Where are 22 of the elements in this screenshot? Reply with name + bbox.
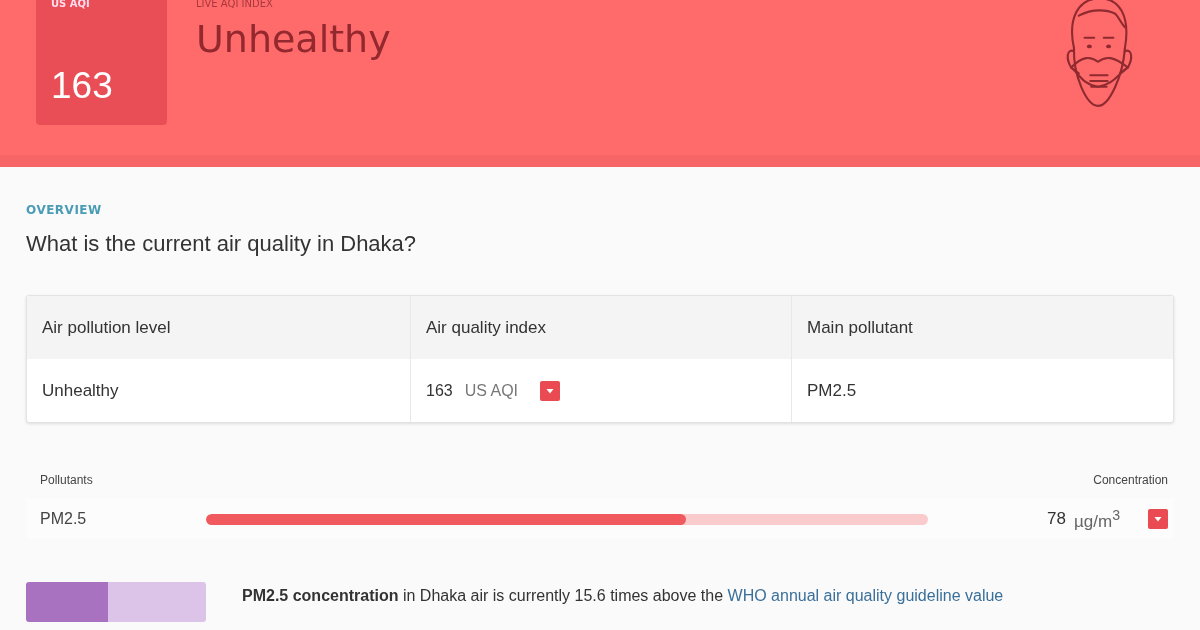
aqi-number: 163 xyxy=(426,381,453,400)
pollutant-name: PM2.5 xyxy=(40,510,88,528)
guideline-link[interactable]: WHO annual air quality guideline value xyxy=(727,587,1004,604)
column-header: Air quality index xyxy=(410,296,791,359)
section-heading: What is the current air quality in Dhaka? xyxy=(26,231,418,257)
column-header: Main pollutant xyxy=(791,296,1173,359)
aqi-status: Unhealthy xyxy=(196,17,391,61)
index-label: LIVE AQI INDEX xyxy=(196,0,274,9)
concentration-unit: µg/m$^{3}$ xyxy=(1074,506,1120,532)
trend-down-icon xyxy=(540,380,561,401)
concentration-value: 78 xyxy=(1047,509,1066,529)
column-label: Concentration xyxy=(1093,473,1168,487)
summary-text: PM2.5 concentration in Dhaka air is currently 15.6 times above the WHO annual air quality guideline value xyxy=(242,587,1004,606)
table-cell-text: Unhealthy xyxy=(41,379,120,402)
column-header: Air pollution level xyxy=(41,316,172,339)
aqi-value: 163 xyxy=(51,65,114,107)
trend-down-icon xyxy=(1148,509,1168,529)
aqi-unit: US AQI xyxy=(464,381,519,400)
aqi-label: US AQI xyxy=(51,0,91,9)
section-label: OVERVIEW xyxy=(26,203,103,217)
column-label: Pollutants xyxy=(40,473,93,487)
table-cell: PM2.5 xyxy=(791,359,1173,422)
